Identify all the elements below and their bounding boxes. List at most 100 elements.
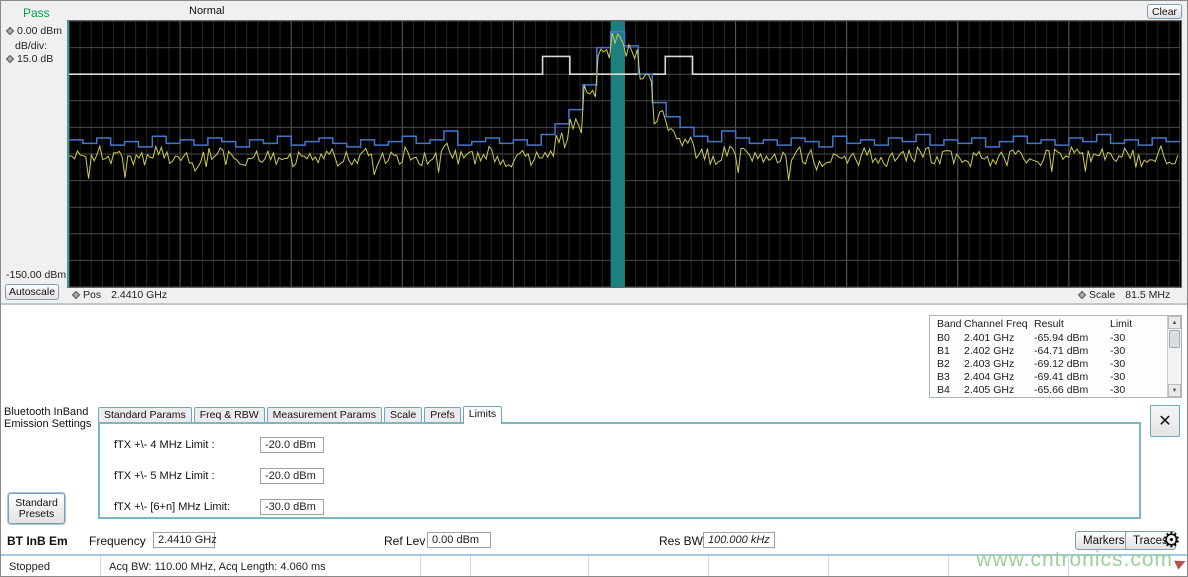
table-cell: B3 [930,371,964,383]
settings-limits-pane: fTX +\- 4 MHz Limit : -20.0 dBm fTX +\- … [98,422,1141,519]
ref-level-knob-icon[interactable] [6,27,14,35]
limit-row-5mhz: fTX +\- 5 MHz Limit : -20.0 dBm [114,468,324,484]
table-cell: -65.66 dBm [1034,384,1110,396]
close-icon[interactable]: ✕ [1150,405,1180,437]
pass-status: Pass [23,6,50,20]
tab-scale[interactable]: Scale [384,407,422,422]
measurement-mode-label: BT InB Em [7,534,68,548]
limit-6n-mhz-label: fTX +\- [6+n] MHz Limit: [114,501,260,513]
table-row[interactable]: B12.402 GHz-64.71 dBm-30 [930,344,1167,357]
scale-readout: Scale 81.5 MHz [1079,289,1170,301]
spectrum-analyzer-window: Pass Normal Clear 0.00 dBm dB/div: 15.0 … [0,0,1188,577]
scale-value: 81.5 MHz [1125,289,1170,301]
tab-standard-params[interactable]: Standard Params [98,407,192,422]
table-cell: B1 [930,345,964,357]
limit-row-4mhz: fTX +\- 4 MHz Limit : -20.0 dBm [114,437,324,453]
table-cell: 2.405 GHz [964,384,1034,396]
tx-channel-marker [611,21,625,287]
table-cell: -30 [1110,371,1158,383]
limit-5mhz-label: fTX +\- 5 MHz Limit : [114,470,260,482]
table-cell: 2.401 GHz [964,332,1034,344]
table-cell: 2.404 GHz [964,371,1034,383]
table-cell: -30 [1110,358,1158,370]
spectrum-plot[interactable] [67,20,1182,288]
standard-presets-button[interactable]: Standard Presets [8,493,65,524]
db-div-value: 15.0 dB [17,53,53,65]
bottom-level-value: -150.00 dBm [6,269,66,281]
scrollbar-track[interactable] [1168,349,1181,384]
table-cell: -65.94 dBm [1034,332,1110,344]
results-scrollbar[interactable]: ▲ ▼ [1167,316,1181,397]
scrollbar-thumb[interactable] [1169,330,1180,348]
settings-tabstrip: Standard ParamsFreq & RBWMeasurement Par… [98,407,504,424]
frequency-label: Frequency [89,534,146,548]
table-cell: B4 [930,384,964,396]
table-cell: -30 [1110,345,1158,357]
status-cell-empty [589,556,709,577]
position-knob-icon[interactable] [72,291,80,299]
limit-4mhz-input[interactable]: -20.0 dBm [260,437,324,453]
results-table: BandChannel FreqResultLimitB02.401 GHz-6… [929,315,1182,398]
tab-measurement-params[interactable]: Measurement Params [267,407,382,422]
run-state: Stopped [1,556,101,577]
table-cell: -69.12 dBm [1034,358,1110,370]
status-cell-empty [829,556,949,577]
res-bw-label: Res BW [659,534,703,548]
status-cell-empty [949,556,1069,577]
scale-knob-icon[interactable] [1078,291,1086,299]
limit-row-6n-mhz: fTX +\- [6+n] MHz Limit: -30.0 dBm [114,499,324,515]
control-bar: BT InB Em Frequency 2.4410 GHz Ref Lev 0… [1,529,1188,554]
status-cell-empty [1069,556,1188,577]
table-row[interactable]: B22.403 GHz-69.12 dBm-30 [930,357,1167,370]
status-cell-empty [709,556,829,577]
tab-prefs[interactable]: Prefs [424,407,461,422]
scale-label: Scale [1089,289,1115,301]
table-cell: -30 [1110,332,1158,344]
position-value: 2.4410 GHz [111,289,167,301]
scroll-down-icon[interactable]: ▼ [1168,384,1181,397]
plot-region-background: Pass Normal Clear 0.00 dBm dB/div: 15.0 … [1,1,1188,304]
trace-mode-label: Normal [189,5,224,17]
clear-button[interactable]: Clear [1147,4,1182,19]
autoscale-button[interactable]: Autoscale [5,284,59,300]
table-cell: B0 [930,332,964,344]
table-cell: 2.402 GHz [964,345,1034,357]
status-bar: Stopped Acq BW: 110.00 MHz, Acq Length: … [1,554,1188,577]
table-cell: -30 [1110,384,1158,396]
acquisition-info: Acq BW: 110.00 MHz, Acq Length: 4.060 ms [101,556,421,577]
limit-6n-mhz-input[interactable]: -30.0 dBm [260,499,324,515]
table-row[interactable]: B32.404 GHz-69.41 dBm-30 [930,370,1167,383]
column-header: Limit [1110,318,1158,330]
status-cell-empty [471,556,589,577]
table-header-row: BandChannel FreqResultLimit [930,316,1167,331]
db-div-knob-icon[interactable] [6,55,14,63]
column-header: Result [1034,318,1110,330]
table-row[interactable]: B42.405 GHz-65.66 dBm-30 [930,383,1167,396]
gear-icon[interactable]: ⚙ [1162,529,1181,552]
frequency-input[interactable]: 2.4410 GHz [153,532,215,548]
markers-button[interactable]: Markers [1075,531,1133,550]
db-div-row: 15.0 dB [7,53,53,65]
spectrum-svg [69,21,1180,287]
db-div-label: dB/div: [15,40,47,52]
column-header: Band [930,318,964,330]
limit-5mhz-input[interactable]: -20.0 dBm [260,468,324,484]
table-cell: B2 [930,358,964,370]
table-row[interactable]: B02.401 GHz-65.94 dBm-30 [930,331,1167,344]
tab-limits[interactable]: Limits [463,406,502,424]
ref-lev-input[interactable]: 0.00 dBm [427,532,491,548]
settings-panel-title: Bluetooth InBand Emission Settings [4,406,96,430]
ref-lev-label: Ref Lev [384,534,425,548]
tab-freq-rbw[interactable]: Freq & RBW [194,407,265,422]
res-bw-input[interactable]: 100.000 kHz [703,532,775,548]
table-cell: -64.71 dBm [1034,345,1110,357]
limit-4mhz-label: fTX +\- 4 MHz Limit : [114,439,260,451]
column-header: Channel Freq [964,318,1034,330]
ref-level-row: 0.00 dBm [7,25,62,37]
position-readout: Pos 2.4410 GHz [73,289,167,301]
status-cell-empty [421,556,471,577]
results-table-grid[interactable]: BandChannel FreqResultLimitB02.401 GHz-6… [930,316,1167,397]
table-cell: -69.41 dBm [1034,371,1110,383]
table-cell: 2.403 GHz [964,358,1034,370]
scroll-up-icon[interactable]: ▲ [1168,316,1181,329]
